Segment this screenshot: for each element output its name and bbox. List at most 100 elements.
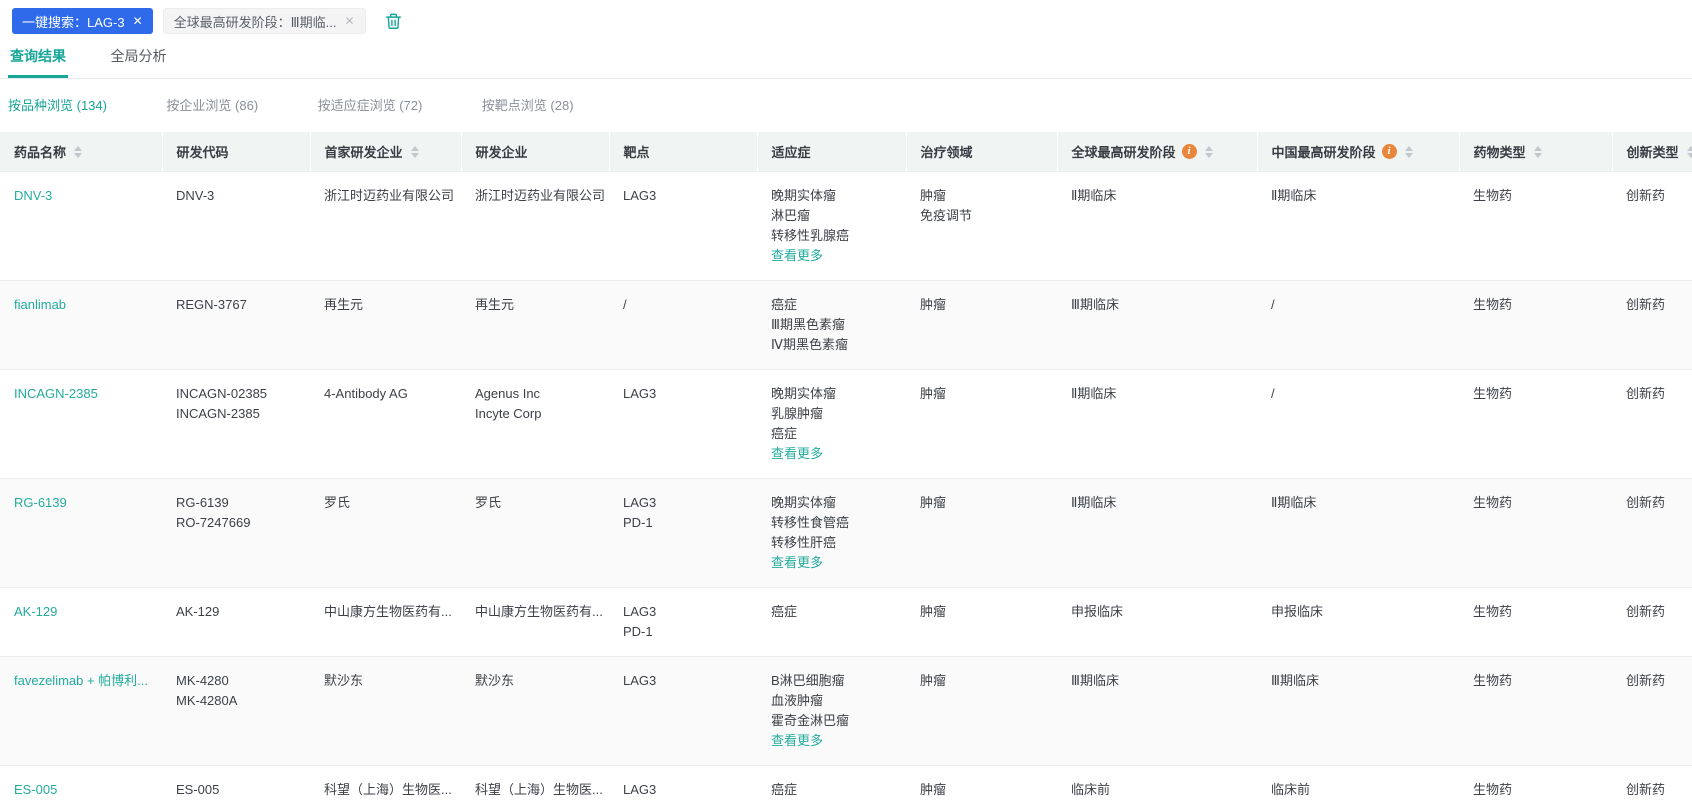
- sort-arrows-icon[interactable]: [1204, 145, 1213, 158]
- col-header-first_dev[interactable]: 首家研发企业: [310, 132, 462, 172]
- view-more-link[interactable]: 查看更多: [771, 446, 823, 461]
- cell-text: 创新药: [1626, 495, 1666, 510]
- cell-text: 生物药: [1473, 297, 1513, 312]
- cell-indications: B淋巴细胞瘤 血液肿瘤 霍奇金淋巴瘤 查看更多: [757, 657, 906, 766]
- col-header-name[interactable]: 药品名称: [0, 132, 163, 172]
- cell-global_stage: Ⅱ期临床: [1057, 370, 1257, 479]
- col-header-drug_type[interactable]: 药物类型: [1459, 132, 1613, 172]
- sort-arrows-icon[interactable]: [1686, 145, 1692, 158]
- tab-query-results[interactable]: 查询结果: [8, 46, 68, 78]
- cell-china_stage: Ⅱ期临床: [1257, 479, 1459, 588]
- subtab-by-target[interactable]: 按靶点浏览 (28): [482, 95, 574, 114]
- cell-targets: LAG3 PD-1: [609, 588, 757, 657]
- cell-line: 癌症: [771, 297, 798, 312]
- cell-areas: 肿瘤: [906, 588, 1057, 657]
- drug-name-link[interactable]: fianlimab: [14, 297, 66, 312]
- table-row: AK-129 AK-129 中山康方生物医药有... 中山康方生物医药有... LAG3…: [0, 587, 1692, 657]
- cell-dev: 罗氏: [461, 479, 609, 588]
- cell-text: Ⅲ期临床: [1071, 297, 1119, 312]
- cell-line: B淋巴细胞瘤: [771, 673, 845, 688]
- cell-global_stage: 申报临床: [1057, 588, 1257, 657]
- cell-codes: DNV-3: [162, 172, 310, 281]
- col-header-label: 治疗领域: [920, 145, 973, 160]
- cell-dev: 科望（上海）生物医...: [461, 766, 609, 803]
- col-header-dev: 研发企业: [461, 132, 610, 172]
- cell-text: Ⅱ期临床: [1071, 495, 1117, 510]
- col-header-areas: 治疗领域: [906, 132, 1058, 172]
- col-header-label: 适应症: [771, 145, 811, 160]
- cell-targets: LAG3 PD-1: [609, 479, 757, 588]
- cell-indications: 癌症: [757, 588, 906, 657]
- cell-line: 血液肿瘤: [771, 693, 824, 708]
- col-header-label: 靶点: [623, 145, 650, 160]
- cell-line: 科望（上海）生物医...: [324, 782, 452, 797]
- cell-line: 浙江时迈药业有限公司: [475, 188, 606, 203]
- subtab-by-product[interactable]: 按品种浏览 (134): [8, 95, 107, 114]
- cell-line: MK-4280A: [176, 693, 238, 708]
- view-more-link[interactable]: 查看更多: [771, 555, 823, 570]
- cell-innovation: 创新药: [1612, 588, 1692, 657]
- tab-global-analysis[interactable]: 全局分析: [108, 46, 168, 78]
- cell-first_dev: 浙江时迈药业有限公司: [310, 172, 461, 281]
- cell-innovation: 创新药: [1612, 766, 1692, 803]
- sort-arrows-icon[interactable]: [74, 145, 83, 158]
- drug-name-link[interactable]: DNV-3: [14, 188, 52, 203]
- cell-text: Ⅱ期临床: [1071, 386, 1117, 401]
- sort-arrows-icon[interactable]: [1533, 145, 1542, 158]
- cell-china_stage: Ⅲ期临床: [1257, 657, 1459, 766]
- cell-global_stage: Ⅲ期临床: [1057, 657, 1257, 766]
- cell-line: 再生元: [475, 297, 515, 312]
- cell-innovation: 创新药: [1612, 657, 1692, 766]
- view-more-link[interactable]: 查看更多: [771, 248, 823, 263]
- cell-line: 转移性食管癌: [771, 515, 850, 530]
- cell-text: 创新药: [1626, 782, 1666, 797]
- trash-icon[interactable]: [384, 12, 403, 31]
- col-header-targets: 靶点: [609, 132, 758, 172]
- subtab-by-indication[interactable]: 按适应症浏览 (72): [318, 95, 423, 114]
- cell-first_dev: 中山康方生物医药有...: [310, 588, 461, 657]
- cell-line: 默沙东: [324, 673, 364, 688]
- cell-global_stage: Ⅱ期临床: [1057, 479, 1257, 588]
- cell-line: 转移性乳腺癌: [771, 228, 850, 243]
- cell-text: /: [1271, 297, 1275, 312]
- sort-arrows-icon[interactable]: [1404, 145, 1413, 158]
- cell-line: DNV-3: [176, 188, 215, 203]
- cell-line: 晚期实体瘤: [771, 495, 837, 510]
- cell-text: 生物药: [1473, 604, 1513, 619]
- close-icon[interactable]: ✕: [133, 15, 143, 27]
- filter-tag-stage[interactable]: 全球最高研发阶段：Ⅲ期临... ✕: [162, 8, 366, 34]
- cell-text: Ⅱ期临床: [1071, 188, 1117, 203]
- cell-name: RG-6139: [0, 479, 162, 588]
- col-header-innovation[interactable]: 创新类型: [1612, 132, 1692, 172]
- cell-targets: LAG3: [609, 172, 757, 281]
- col-header-china_stage[interactable]: 中国最高研发阶段 i: [1257, 132, 1460, 172]
- cell-innovation: 创新药: [1612, 370, 1692, 479]
- cell-line: 默沙东: [475, 673, 515, 688]
- cell-dev: 默沙东: [461, 657, 609, 766]
- cell-line: LAG3: [623, 782, 657, 797]
- cell-first_dev: 4-Antibody AG: [310, 370, 461, 479]
- cell-areas: 肿瘤 免疫调节: [906, 172, 1057, 281]
- drug-name-link[interactable]: ES-005: [14, 782, 57, 797]
- info-icon[interactable]: i: [1181, 144, 1197, 159]
- cell-drug_type: 生物药: [1459, 766, 1612, 803]
- drug-name-link[interactable]: AK-129: [14, 604, 57, 619]
- cell-codes: AK-129: [162, 588, 310, 657]
- close-icon[interactable]: ✕: [344, 15, 354, 27]
- cell-line: 肿瘤: [920, 673, 947, 688]
- cell-text: 创新药: [1626, 188, 1666, 203]
- drug-name-link[interactable]: RG-6139: [14, 495, 67, 510]
- cell-line: MK-4280: [176, 673, 229, 688]
- filter-tag-search[interactable]: 一键搜索：LAG-3 ✕: [12, 8, 153, 34]
- filter-bar: 一键搜索：LAG-3 ✕ 全球最高研发阶段：Ⅲ期临... ✕: [0, 0, 1692, 34]
- subtab-by-company[interactable]: 按企业浏览 (86): [166, 95, 258, 114]
- col-header-global_stage[interactable]: 全球最高研发阶段 i: [1057, 132, 1258, 172]
- cell-areas: 肿瘤: [906, 370, 1057, 479]
- drug-name-link[interactable]: favezelimab + 帕博利...: [14, 673, 148, 688]
- drug-name-link[interactable]: INCAGN-2385: [14, 386, 98, 401]
- cell-china_stage: /: [1257, 370, 1459, 479]
- sort-arrows-icon[interactable]: [410, 145, 419, 158]
- info-icon[interactable]: i: [1381, 144, 1397, 159]
- cell-line: LAG3: [623, 386, 657, 401]
- view-more-link[interactable]: 查看更多: [771, 733, 823, 748]
